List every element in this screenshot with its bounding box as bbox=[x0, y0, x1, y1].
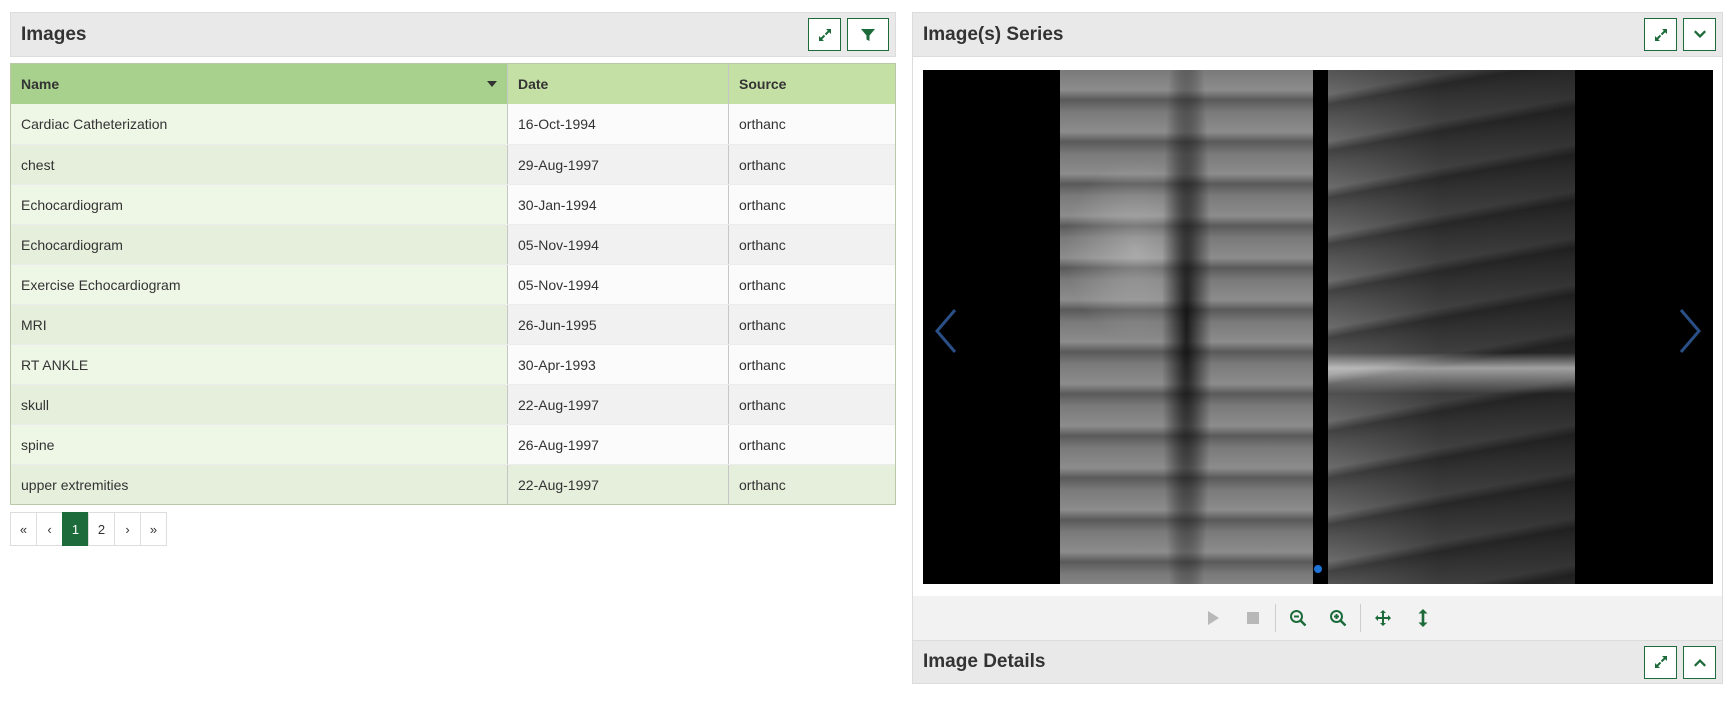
stop-icon bbox=[1246, 612, 1259, 624]
cell-name: Echocardiogram bbox=[11, 185, 508, 224]
pager-prev-button[interactable]: ‹ bbox=[36, 512, 63, 546]
table-row[interactable]: Cardiac Catheterization 16-Oct-1994 orthan… bbox=[11, 104, 895, 144]
expand-icon bbox=[1654, 28, 1667, 41]
images-filter-button[interactable] bbox=[847, 18, 889, 51]
play-button[interactable] bbox=[1193, 600, 1233, 636]
expand-icon bbox=[1654, 656, 1667, 668]
details-expand-button[interactable] bbox=[1644, 645, 1677, 679]
play-icon bbox=[1207, 611, 1219, 625]
pan-button[interactable] bbox=[1363, 600, 1403, 636]
column-header-name[interactable]: Name bbox=[11, 64, 508, 104]
table-row[interactable]: upper extremities 22-Aug-1997 orthanc bbox=[11, 464, 895, 504]
filter-icon bbox=[861, 28, 875, 41]
series-collapse-button[interactable] bbox=[1683, 18, 1716, 51]
series-panel-title: Image(s) Series bbox=[923, 23, 1064, 45]
move-icon bbox=[1374, 610, 1391, 626]
chevron-right-icon[interactable] bbox=[1675, 306, 1705, 356]
chevron-up-icon bbox=[1693, 659, 1706, 667]
cell-date: 29-Aug-1997 bbox=[508, 145, 729, 184]
pager-first-button[interactable]: « bbox=[10, 512, 37, 546]
cell-name: chest bbox=[11, 145, 508, 184]
cell-name: MRI bbox=[11, 305, 508, 344]
cell-name: skull bbox=[11, 385, 508, 424]
cell-name: upper extremities bbox=[11, 465, 508, 504]
series-panel: Image(s) Series Image Details bbox=[912, 12, 1723, 684]
cell-date: 22-Aug-1997 bbox=[508, 465, 729, 504]
cell-name: spine bbox=[11, 425, 508, 464]
cell-source: orthanc bbox=[729, 145, 895, 184]
cell-source: orthanc bbox=[729, 465, 895, 504]
details-panel-header: Image Details bbox=[912, 640, 1723, 684]
cell-name: Echocardiogram bbox=[11, 225, 508, 264]
grid-header-row: Name Date Source bbox=[11, 64, 895, 104]
images-panel-title: Images bbox=[21, 23, 87, 45]
cell-date: 26-Jun-1995 bbox=[508, 305, 729, 344]
cell-source: orthanc bbox=[729, 225, 895, 264]
scroll-button[interactable] bbox=[1403, 600, 1443, 636]
table-row[interactable]: Exercise Echocardiogram 05-Nov-1994 orthan… bbox=[11, 264, 895, 304]
table-row[interactable]: skull 22-Aug-1997 orthanc bbox=[11, 384, 895, 424]
cell-name: Cardiac Catheterization bbox=[11, 104, 508, 144]
xray-image-frontal bbox=[1060, 70, 1313, 584]
expand-icon bbox=[818, 28, 831, 41]
cell-date: 05-Nov-1994 bbox=[508, 265, 729, 304]
chevron-down-icon bbox=[1693, 29, 1706, 38]
cell-date: 05-Nov-1994 bbox=[508, 225, 729, 264]
pagination: « ‹ 1 2 › » bbox=[10, 512, 896, 546]
pager-page-1[interactable]: 1 bbox=[62, 512, 89, 546]
toolbar-divider bbox=[1274, 604, 1276, 632]
zoom-in-button[interactable] bbox=[1318, 600, 1358, 636]
series-expand-button[interactable] bbox=[1644, 18, 1677, 51]
cell-source: orthanc bbox=[729, 425, 895, 464]
cell-source: orthanc bbox=[729, 305, 895, 344]
vertical-resize-icon bbox=[1418, 609, 1427, 627]
table-row[interactable]: MRI 26-Jun-1995 orthanc bbox=[11, 304, 895, 344]
pager-page-2[interactable]: 2 bbox=[88, 512, 115, 546]
cell-date: 16-Oct-1994 bbox=[508, 104, 729, 144]
cell-source: orthanc bbox=[729, 185, 895, 224]
zoom-out-icon bbox=[1289, 610, 1306, 627]
cell-source: orthanc bbox=[729, 385, 895, 424]
column-header-source[interactable]: Source bbox=[729, 64, 895, 104]
details-expand-toggle-button[interactable] bbox=[1683, 645, 1716, 679]
table-row[interactable]: chest 29-Aug-1997 orthanc bbox=[11, 144, 895, 184]
viewer-toolbar bbox=[912, 596, 1723, 640]
carousel-indicator-dot[interactable] bbox=[1314, 565, 1322, 573]
pager-last-button[interactable]: » bbox=[140, 512, 167, 546]
images-panel-header: Images bbox=[10, 12, 896, 57]
cell-source: orthanc bbox=[729, 265, 895, 304]
table-row[interactable]: Echocardiogram 05-Nov-1994 orthanc bbox=[11, 224, 895, 264]
column-header-date[interactable]: Date bbox=[508, 64, 729, 104]
chevron-left-icon[interactable] bbox=[931, 306, 961, 356]
cell-source: orthanc bbox=[729, 345, 895, 384]
cell-name: RT ANKLE bbox=[11, 345, 508, 384]
image-viewer[interactable] bbox=[923, 70, 1713, 584]
details-panel-title: Image Details bbox=[923, 651, 1046, 672]
sort-caret-icon[interactable] bbox=[487, 81, 497, 87]
zoom-out-button[interactable] bbox=[1278, 600, 1318, 636]
cell-source: orthanc bbox=[729, 104, 895, 144]
toolbar-divider bbox=[1359, 604, 1361, 632]
table-row[interactable]: Echocardiogram 30-Jan-1994 orthanc bbox=[11, 184, 895, 224]
images-panel: Images Name Date Source Cardiac Catheter… bbox=[10, 12, 896, 546]
zoom-in-icon bbox=[1329, 610, 1346, 627]
stop-button[interactable] bbox=[1233, 600, 1273, 636]
cell-date: 26-Aug-1997 bbox=[508, 425, 729, 464]
images-grid: Name Date Source Cardiac Catheterization… bbox=[10, 63, 896, 505]
table-row[interactable]: spine 26-Aug-1997 orthanc bbox=[11, 424, 895, 464]
series-panel-header: Image(s) Series bbox=[912, 12, 1723, 57]
table-row[interactable]: RT ANKLE 30-Apr-1993 orthanc bbox=[11, 344, 895, 384]
cell-date: 30-Jan-1994 bbox=[508, 185, 729, 224]
cell-date: 30-Apr-1993 bbox=[508, 345, 729, 384]
pager-next-button[interactable]: › bbox=[114, 512, 141, 546]
cell-name: Exercise Echocardiogram bbox=[11, 265, 508, 304]
xray-image-lateral bbox=[1328, 70, 1575, 584]
images-expand-button[interactable] bbox=[808, 18, 841, 51]
cell-date: 22-Aug-1997 bbox=[508, 385, 729, 424]
viewer-container bbox=[912, 57, 1723, 596]
